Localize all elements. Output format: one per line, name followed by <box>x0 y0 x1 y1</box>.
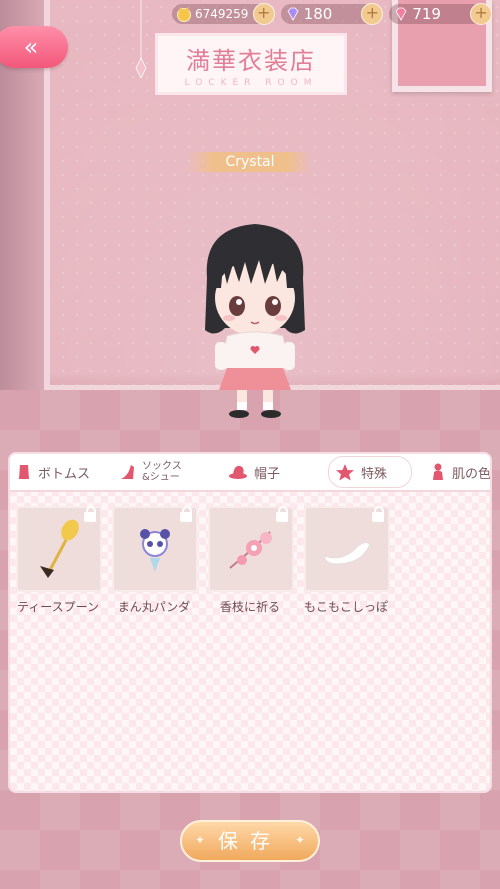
pink-diamond-icon <box>395 7 407 21</box>
tab-label: 特殊 <box>361 466 388 482</box>
item-label: まん丸パンダ <box>117 600 191 614</box>
save-label: 保存 <box>218 829 282 853</box>
item-label: もこもこしっぽ <box>304 600 389 614</box>
purple-gem-icon <box>287 7 299 21</box>
tab-bottoms[interactable]: ボトムス <box>10 457 108 487</box>
sparkle-icon: ✦ <box>294 833 306 847</box>
tab-label: 帽子 <box>254 466 281 482</box>
shop-sign: 満華衣装店 LOCKER ROOM <box>153 31 349 97</box>
lock-icon <box>180 506 192 522</box>
item-round-panda[interactable]: まん丸パンダ <box>112 506 198 615</box>
item-flower-branch[interactable]: 香枝に祈る <box>208 506 294 615</box>
coin-amount: 6749259 <box>195 7 249 21</box>
lock-icon <box>84 506 96 522</box>
tab-label-line2: &シュー <box>142 472 180 483</box>
hat-icon <box>229 465 247 479</box>
character-avatar[interactable] <box>193 218 317 424</box>
category-tabs: ボトムス ソックス &シュー 帽子 特殊 肌の色 <box>10 454 490 492</box>
diamond-counter: 719 + <box>389 3 493 25</box>
cat-coin-icon <box>177 7 191 22</box>
character-name-plate: Crystal <box>188 152 312 172</box>
shop-subtitle: LOCKER ROOM <box>184 78 318 88</box>
add-coins-button[interactable]: + <box>252 3 275 25</box>
chandelier-crystal-icon <box>135 0 147 79</box>
tab-special[interactable]: 特殊 <box>328 456 412 488</box>
lock-icon <box>276 506 288 522</box>
tab-socks-shoes[interactable]: ソックス &シュー <box>114 457 214 487</box>
item-thumbnail <box>112 506 198 592</box>
wardrobe-panel: ボトムス ソックス &シュー 帽子 特殊 肌の色 ティースプーン まん丸パンダ … <box>8 452 492 793</box>
tab-label: 肌の色 <box>452 466 492 482</box>
shop-title: 満華衣装店 <box>186 47 316 75</box>
gem-amount: 180 <box>303 5 333 23</box>
item-teaspoon[interactable]: ティースプーン <box>16 506 102 615</box>
lock-icon <box>372 506 384 522</box>
diamond-amount: 719 <box>412 5 441 23</box>
tab-label-line1: ソックス <box>142 461 182 472</box>
add-gems-button[interactable]: + <box>361 3 384 25</box>
high-heel-icon <box>121 465 134 479</box>
save-button[interactable]: ✦ 保存 ✦ <box>180 820 320 862</box>
item-thumbnail <box>208 506 294 592</box>
double-chevron-left-icon: « <box>23 33 39 61</box>
add-diamonds-button[interactable]: + <box>470 3 493 25</box>
tab-label-group: ソックス &シュー <box>142 461 182 483</box>
currency-bar: 6749259 + 180 + 719 + <box>172 3 493 26</box>
tab-label: ボトムス <box>38 466 91 482</box>
item-grid: ティースプーン まん丸パンダ 香枝に祈る もこもこしっぽ <box>16 506 390 615</box>
item-thumbnail <box>16 506 102 592</box>
tab-hats[interactable]: 帽子 <box>222 457 314 487</box>
back-button[interactable]: « <box>0 26 68 68</box>
coin-counter: 6749259 + <box>172 3 275 25</box>
character-name: Crystal <box>225 154 275 170</box>
person-icon <box>433 463 443 480</box>
item-label: ティースプーン <box>16 600 100 614</box>
item-label: 香枝に祈る <box>219 600 280 614</box>
gem-counter: 180 + <box>280 3 384 25</box>
tab-skin-color[interactable]: 肌の色 <box>424 457 492 487</box>
item-fluffy-tail[interactable]: もこもこしっぽ <box>304 506 390 615</box>
sparkle-icon: ✦ <box>194 833 206 847</box>
skirt-icon <box>19 465 29 479</box>
star-icon <box>336 464 354 481</box>
item-thumbnail <box>304 506 390 592</box>
